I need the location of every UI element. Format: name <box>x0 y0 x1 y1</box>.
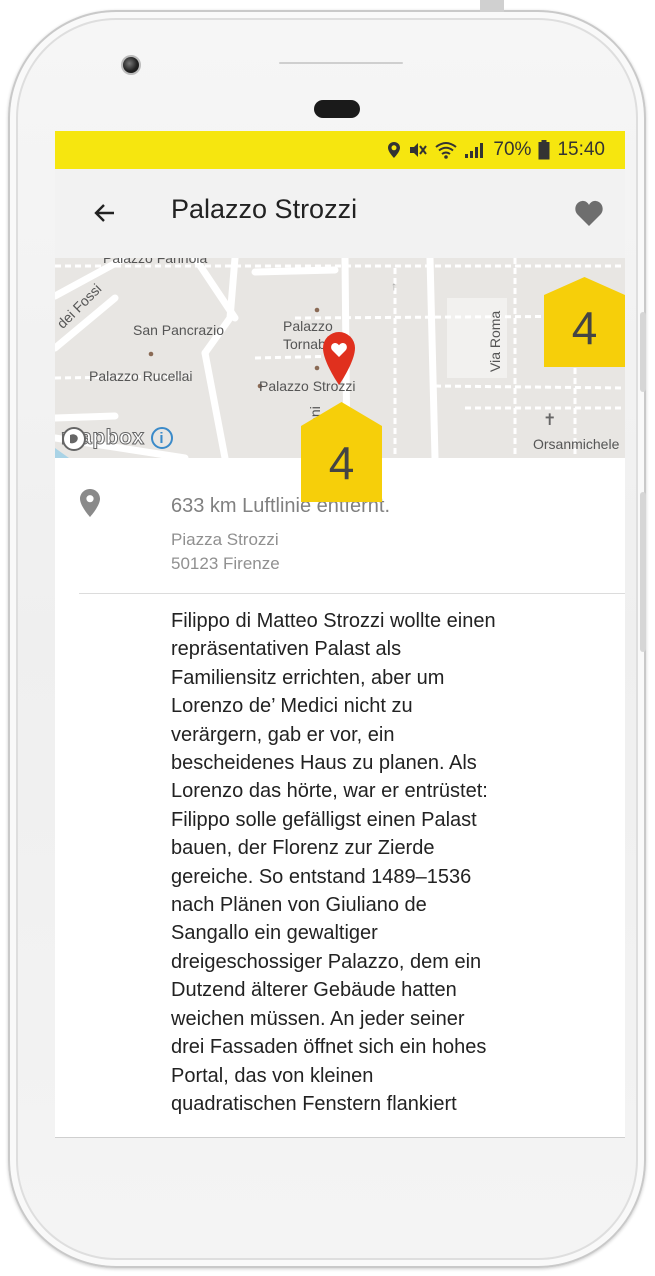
map-info-icon[interactable]: i <box>150 427 173 449</box>
page-title: Palazzo Strozzi <box>171 194 358 224</box>
marker-callout-number: 4 <box>328 437 355 489</box>
favorite-callout-number: 4 <box>571 302 598 354</box>
address-street: Piazza Strozzi <box>171 530 279 549</box>
phone-top-notch <box>480 0 504 12</box>
svg-text:✝: ✝ <box>543 412 556 429</box>
phone-side-button <box>640 492 646 652</box>
battery-icon <box>538 140 550 160</box>
mapbox-attribution[interactable]: mapbox i <box>61 426 173 451</box>
location-status-icon <box>388 142 401 158</box>
mute-status-icon <box>410 143 428 157</box>
app-bar: Palazzo Strozzi <box>55 169 625 258</box>
status-time: 15:40 <box>557 139 605 160</box>
phone-side-button <box>640 312 646 392</box>
heart-icon <box>575 200 603 226</box>
map-label-via-roma: Via Roma <box>487 310 503 372</box>
map-label-palazzo-tornabuoni-2: Tornab <box>283 336 326 352</box>
arrow-left-icon <box>94 204 114 222</box>
location-pin-icon <box>80 489 100 517</box>
front-camera <box>121 55 141 75</box>
map-label-palazzo-rucellai: Palazzo Rucellai <box>89 368 193 384</box>
favorite-button[interactable] <box>569 193 609 233</box>
battery-percentage: 70% <box>493 139 532 160</box>
svg-text:↑: ↑ <box>391 279 397 293</box>
screen-bottom-edge <box>55 1137 625 1138</box>
description-text: Filippo di Matteo Strozzi wollte einen r… <box>171 610 496 1115</box>
earpiece-speaker <box>279 62 403 64</box>
map-label-palazzo-farinola: Palazzo Farinola <box>103 258 208 266</box>
status-bar: 70% 15:40 <box>55 131 625 169</box>
back-button[interactable] <box>85 193 125 233</box>
favorite-callout: 4 <box>544 277 625 367</box>
address-city: 50123 Firenze <box>171 554 280 573</box>
map-label-san-pancrazio: San Pancrazio <box>133 322 225 338</box>
map-label-orsanmichele: Orsanmichele <box>533 436 620 452</box>
map-marker-heart-icon[interactable] <box>321 330 357 386</box>
wifi-status-icon <box>435 142 458 159</box>
proximity-sensor <box>314 100 360 118</box>
app-screen: 70% 15:40 Palazzo Strozzi ✝ ↑ Palazzo Fa… <box>55 131 625 1138</box>
signal-status-icon <box>465 143 484 158</box>
mapbox-logo-icon <box>62 427 86 451</box>
section-divider <box>79 593 625 594</box>
